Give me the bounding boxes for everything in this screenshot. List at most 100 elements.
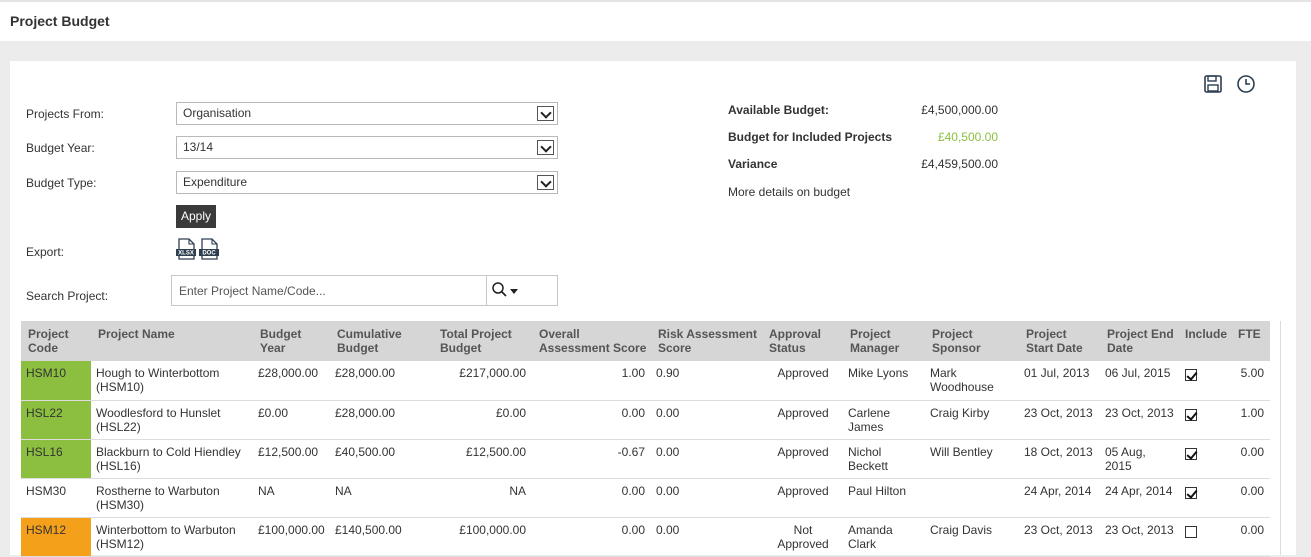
start-cell: 18 Oct, 2013 <box>1019 439 1100 479</box>
total-cell: NA <box>433 478 532 518</box>
chevron-down-icon[interactable] <box>537 106 554 121</box>
budget-year-value: 13/14 <box>183 140 214 154</box>
risk-cell: 0.00 <box>651 400 762 440</box>
projects-from-label: Projects From: <box>26 107 105 121</box>
apply-button[interactable]: Apply <box>176 205 216 228</box>
page-title: Project Budget <box>10 13 110 29</box>
sponsor-cell <box>925 478 1019 518</box>
manager-cell: Carlene James <box>843 400 925 440</box>
budget-year-cell: £0.00 <box>253 400 330 440</box>
sponsor-cell: Will Bentley <box>925 439 1019 479</box>
budget-year-select[interactable]: 13/14 <box>176 136 558 159</box>
variance-label: Variance <box>728 157 778 171</box>
total-cell: £12,500.00 <box>433 439 532 479</box>
name-cell: Hough to Winterbottom (HSM10) <box>91 361 253 401</box>
include-cell <box>1178 361 1231 401</box>
more-budget-details-link[interactable]: More details on budget <box>728 185 850 199</box>
include-cell <box>1178 439 1231 479</box>
fte-cell: 0.00 <box>1231 439 1270 479</box>
include-cell <box>1178 478 1231 518</box>
fte-cell: 1.00 <box>1231 400 1270 440</box>
projects-from-select[interactable]: Organisation <box>176 102 558 125</box>
column-header[interactable]: Approval Status <box>762 321 843 361</box>
include-checkbox[interactable] <box>1185 408 1197 421</box>
end-cell: 23 Oct, 2013 <box>1100 400 1178 440</box>
table-row[interactable]: HSL22 Woodlesford to Hunslet (HSL22) £0.00… <box>21 400 1270 440</box>
svg-text:XLSX: XLSX <box>178 251 194 257</box>
include-checkbox[interactable] <box>1185 369 1197 381</box>
budget-year-cell: £100,000.00 <box>253 517 330 557</box>
start-cell: 01 Jul, 2013 <box>1019 361 1100 401</box>
include-cell <box>1178 400 1231 440</box>
project-code-cell: HSM30 <box>21 478 91 518</box>
column-header[interactable]: Project Start Date <box>1019 321 1100 361</box>
chevron-down-icon[interactable] <box>537 140 554 155</box>
risk-cell: 0.00 <box>651 478 762 518</box>
search-button[interactable] <box>488 276 558 305</box>
table-row[interactable]: HSM10 Hough to Winterbottom (HSM10) £28,00… <box>21 361 1270 401</box>
total-cell: £100,000.00 <box>433 517 532 557</box>
column-header[interactable]: Overall Assessment Score <box>532 321 651 361</box>
name-cell: Winterbottom to Warbuton (HSM12) <box>91 517 253 557</box>
include-checkbox[interactable] <box>1185 525 1197 538</box>
risk-cell: 0.00 <box>651 439 762 479</box>
xlsx-export-icon[interactable]: XLSX <box>176 238 196 260</box>
column-header[interactable]: Risk Assessment Score <box>651 321 762 361</box>
overall-cell: 1.00 <box>532 361 651 401</box>
fte-cell: 0.00 <box>1231 478 1270 518</box>
cumulative-cell: £140,500.00 <box>330 517 433 557</box>
table-row[interactable]: HSM12 Winterbottom to Warbuton (HSM12) £10… <box>21 517 1270 557</box>
budget-type-select[interactable]: Expenditure <box>176 171 558 194</box>
save-icon[interactable] <box>1203 74 1223 94</box>
sponsor-cell: Mark Woodhouse <box>925 361 1019 401</box>
project-code-cell: HSM12 <box>21 517 91 557</box>
budget-type-label: Budget Type: <box>26 176 97 190</box>
end-cell: 06 Jul, 2015 <box>1100 361 1178 401</box>
end-cell: 05 Aug, 2015 <box>1100 439 1178 479</box>
end-cell: 24 Apr, 2014 <box>1100 478 1178 518</box>
include-checkbox[interactable] <box>1185 447 1197 460</box>
column-header[interactable]: Cumulative Budget <box>330 321 433 361</box>
overall-cell: 0.00 <box>532 400 651 440</box>
column-header[interactable]: FTE <box>1231 321 1270 361</box>
budget-panel: Projects From: Budget Year: Budget Type:… <box>10 61 1296 557</box>
budget-year-cell: NA <box>253 478 330 518</box>
budget-year-cell: £12,500.00 <box>253 439 330 479</box>
cumulative-cell: £28,000.00 <box>330 400 433 440</box>
column-header[interactable]: Project End Date <box>1100 321 1178 361</box>
cumulative-cell: £28,000.00 <box>330 361 433 401</box>
manager-cell: Nichol Beckett <box>843 439 925 479</box>
chevron-down-icon[interactable] <box>537 175 554 190</box>
top-bar: Project Budget <box>0 0 1311 41</box>
projects-from-value: Organisation <box>183 106 252 120</box>
column-header[interactable]: Total Project Budget <box>433 321 532 361</box>
cumulative-cell: £40,500.00 <box>330 439 433 479</box>
search-box <box>171 275 558 306</box>
column-header[interactable]: Project Sponsor <box>925 321 1019 361</box>
column-header[interactable]: Project Code <box>21 321 91 361</box>
include-checkbox[interactable] <box>1185 486 1197 499</box>
column-header[interactable]: Project Name <box>91 321 253 361</box>
search-input[interactable] <box>172 276 487 305</box>
approval-cell: Approved <box>762 478 843 518</box>
history-clock-icon[interactable] <box>1236 74 1256 94</box>
column-header[interactable]: Include <box>1178 321 1231 361</box>
budget-year-cell: £28,000.00 <box>253 361 330 401</box>
name-cell: Blackburn to Cold Hiendley (HSL16) <box>91 439 253 479</box>
table-header-row: Project Code Project Name Budget Year Cu… <box>21 321 1270 361</box>
table-row[interactable]: HSM30 Rostherne to Warbuton (HSM30) NA NA NA… <box>21 478 1270 518</box>
doc-export-icon[interactable]: DOC <box>199 238 219 260</box>
svg-text:DOC: DOC <box>202 251 216 257</box>
manager-cell: Amanda Clark <box>843 517 925 557</box>
column-header[interactable]: Budget Year <box>253 321 330 361</box>
start-cell: 23 Oct, 2013 <box>1019 517 1100 557</box>
fte-cell: 5.00 <box>1231 361 1270 401</box>
start-cell: 23 Oct, 2013 <box>1019 400 1100 440</box>
overall-cell: 0.00 <box>532 478 651 518</box>
project-code-cell: HSL22 <box>21 400 91 440</box>
included-budget-value: £40,500.00 <box>937 130 998 144</box>
table-row[interactable]: HSL16 Blackburn to Cold Hiendley (HSL16) £… <box>21 439 1270 479</box>
column-header[interactable]: Project Manager <box>843 321 925 361</box>
approval-cell: Not Approved <box>762 517 843 557</box>
approval-cell: Approved <box>762 439 843 479</box>
